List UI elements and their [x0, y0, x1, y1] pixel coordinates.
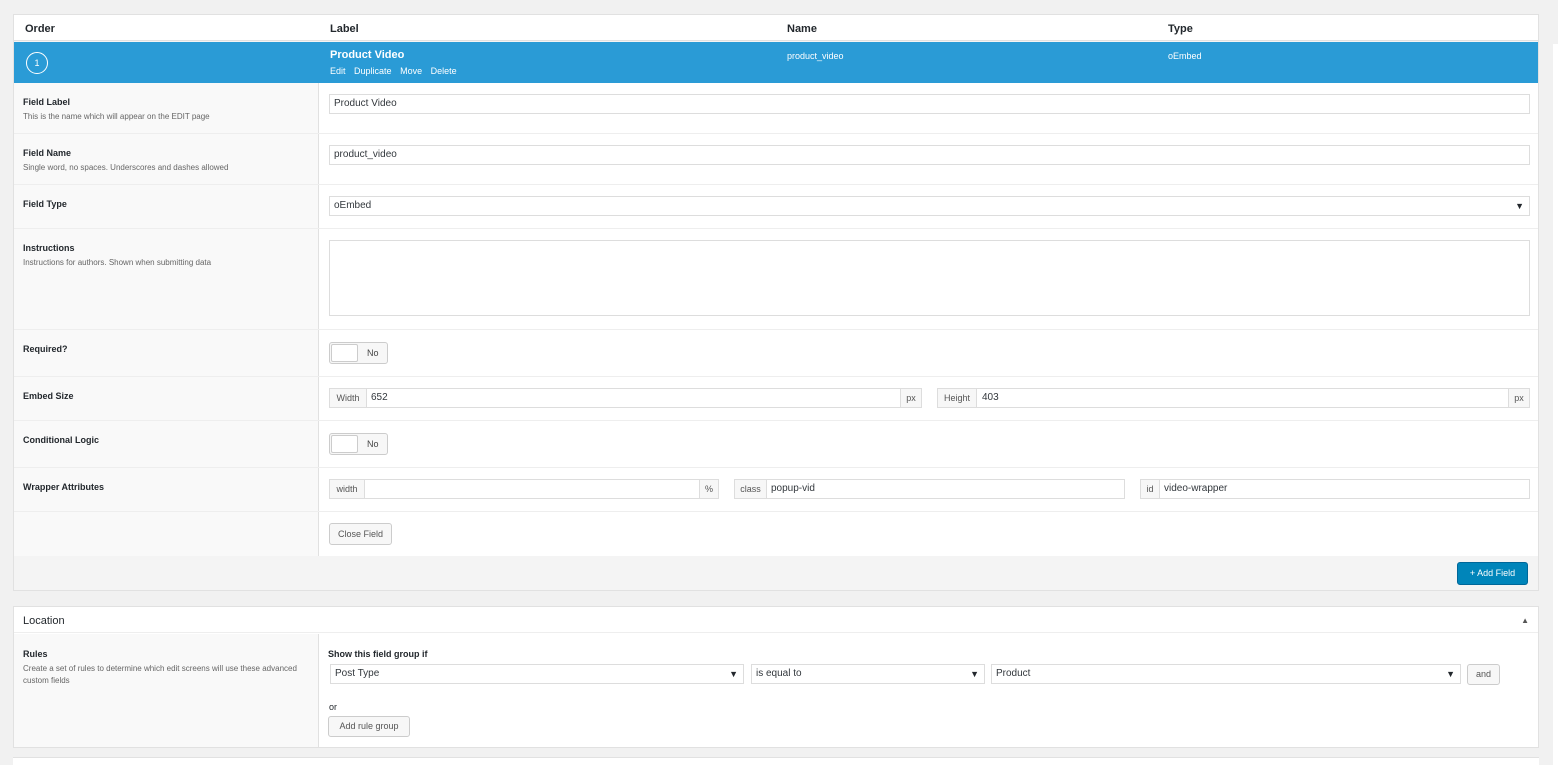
- show-if-label: Show this field group if: [328, 649, 428, 659]
- fields-panel: Order Label Name Type 1 Product Video Ed…: [13, 14, 1539, 591]
- or-label: or: [329, 702, 338, 712]
- next-panel-edge: [13, 757, 1539, 765]
- field-label-heading: Field Label: [23, 97, 71, 107]
- setting-instructions: Instructions Instructions for authors. S…: [14, 229, 1538, 330]
- header-name: Name: [787, 23, 817, 35]
- dropdown-arrow-icon: ▼: [1515, 201, 1524, 211]
- rules-heading: Rules: [23, 649, 48, 659]
- setting-wrapper-attributes: Wrapper Attributes width % class popup-v…: [14, 468, 1538, 512]
- field-type-value: oEmbed: [1168, 51, 1202, 61]
- field-order-badge[interactable]: 1: [26, 52, 48, 74]
- location-header[interactable]: Location ▲: [14, 607, 1538, 633]
- instructions-description: Instructions for authors. Shown when sub…: [23, 258, 212, 267]
- field-settings: Field Label This is the name which will …: [14, 83, 1538, 556]
- field-name-input[interactable]: product_video: [329, 145, 1530, 165]
- field-name-description: Single word, no spaces. Underscores and …: [23, 163, 229, 172]
- location-panel: Location ▲ Rules Create a set of rules t…: [13, 606, 1539, 748]
- move-field-link[interactable]: Move: [400, 66, 422, 76]
- field-list-header: Order Label Name Type: [14, 15, 1538, 41]
- field-type-heading: Field Type: [23, 199, 67, 209]
- close-field-button[interactable]: Close Field: [329, 523, 392, 545]
- page-edge: [1553, 44, 1558, 765]
- rules-description: Create a set of rules to determine which…: [23, 664, 297, 685]
- wrapper-id-input[interactable]: id video-wrapper: [1140, 479, 1530, 499]
- location-title: Location: [23, 615, 65, 627]
- setting-field-name: Field Name Single word, no spaces. Under…: [14, 134, 1538, 185]
- required-heading: Required?: [23, 344, 68, 354]
- add-rule-group-button[interactable]: Add rule group: [328, 716, 410, 737]
- embed-size-heading: Embed Size: [23, 391, 74, 401]
- header-order: Order: [25, 23, 55, 35]
- required-toggle[interactable]: No: [329, 342, 388, 364]
- duplicate-field-link[interactable]: Duplicate: [354, 66, 392, 76]
- field-label-description: This is the name which will appear on th…: [23, 112, 210, 121]
- wrapper-class-input[interactable]: class popup-vid: [734, 479, 1125, 499]
- setting-required: Required? No: [14, 330, 1538, 377]
- setting-field-label: Field Label This is the name which will …: [14, 83, 1538, 134]
- rule-operator-select[interactable]: is equal to ▼: [751, 664, 985, 684]
- header-type: Type: [1168, 23, 1193, 35]
- conditional-logic-heading: Conditional Logic: [23, 435, 99, 445]
- location-body: Rules Create a set of rules to determine…: [14, 634, 1538, 747]
- row-actions: Edit Duplicate Move Delete: [330, 66, 463, 76]
- collapse-arrow-icon[interactable]: ▲: [1521, 616, 1529, 625]
- edit-field-link[interactable]: Edit: [330, 66, 346, 76]
- field-name-value: product_video: [787, 51, 844, 61]
- wrapper-width-input[interactable]: width %: [329, 479, 719, 499]
- rule-param-select[interactable]: Post Type ▼: [330, 664, 744, 684]
- rule-value-select[interactable]: Product ▼: [991, 664, 1461, 684]
- embed-height-input[interactable]: Height 403 px: [937, 388, 1530, 408]
- setting-field-type: Field Type oEmbed ▼: [14, 185, 1538, 229]
- conditional-logic-toggle[interactable]: No: [329, 433, 388, 455]
- field-type-select[interactable]: oEmbed ▼: [329, 196, 1530, 216]
- instructions-textarea[interactable]: [329, 240, 1530, 316]
- wrapper-attributes-heading: Wrapper Attributes: [23, 482, 105, 492]
- setting-conditional-logic: Conditional Logic No: [14, 421, 1538, 468]
- and-rule-button[interactable]: and: [1467, 664, 1500, 685]
- dropdown-arrow-icon: ▼: [970, 669, 979, 679]
- setting-close: Close Field: [14, 512, 1538, 556]
- dropdown-arrow-icon: ▼: [1446, 669, 1455, 679]
- embed-width-input[interactable]: Width 652 px: [329, 388, 922, 408]
- field-label-link[interactable]: Product Video: [330, 49, 404, 61]
- add-field-button[interactable]: + Add Field: [1457, 562, 1528, 585]
- delete-field-link[interactable]: Delete: [431, 66, 457, 76]
- header-label: Label: [330, 23, 359, 35]
- instructions-heading: Instructions: [23, 243, 75, 253]
- field-label-input[interactable]: Product Video: [329, 94, 1530, 114]
- setting-embed-size: Embed Size Width 652 px Height 403 px: [14, 377, 1538, 421]
- dropdown-arrow-icon: ▼: [729, 669, 738, 679]
- field-name-heading: Field Name: [23, 148, 72, 158]
- field-row-product-video[interactable]: 1 Product Video Edit Duplicate Move Dele…: [14, 42, 1538, 83]
